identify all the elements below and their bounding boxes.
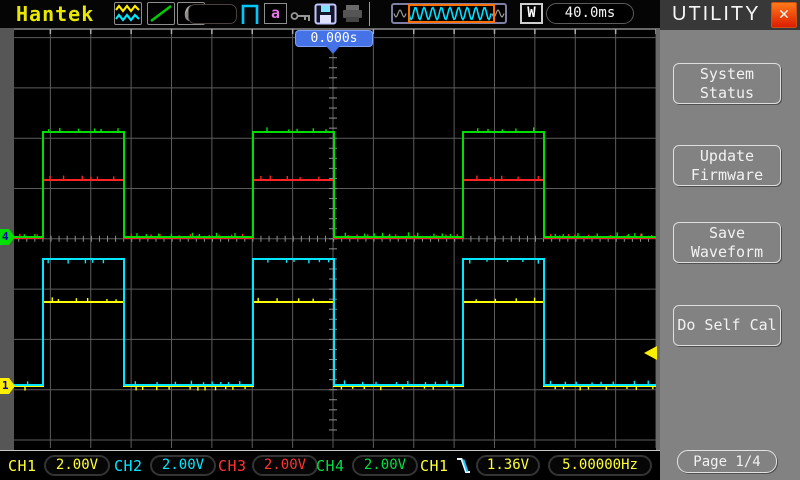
trigger-level-arrow[interactable] xyxy=(644,346,657,360)
menu-title: UTILITY xyxy=(672,3,761,25)
oscilloscope-screen: Hantek a W 40.0ms UTILITY ✕ System Statu… xyxy=(0,0,800,480)
ch3-label: CH3 xyxy=(218,457,247,475)
trigger-level-value: 1.36V xyxy=(476,455,540,476)
save-waveform-button[interactable]: Save Waveform xyxy=(673,222,781,263)
top-toolbar: Hantek a W 40.0ms xyxy=(0,0,660,28)
ch1-scale: 2.00V xyxy=(44,455,110,476)
close-button[interactable]: ✕ xyxy=(771,2,797,28)
menu-panel: System Status Update Firmware Save Wavef… xyxy=(660,30,800,480)
window-mode-icon[interactable]: W xyxy=(520,3,543,24)
printer-icon[interactable] xyxy=(341,4,364,28)
update-firmware-button[interactable]: Update Firmware xyxy=(673,145,781,186)
ch4-label: CH4 xyxy=(316,457,345,475)
right-border-strip xyxy=(656,28,660,450)
empty-slot xyxy=(188,4,237,24)
preview-window[interactable] xyxy=(408,4,495,23)
menu-header: UTILITY ✕ xyxy=(660,0,800,30)
page-button[interactable]: Page 1/4 xyxy=(677,450,777,473)
timebase-value: 40.0ms xyxy=(546,3,634,24)
channels-waveform-icon[interactable] xyxy=(114,2,142,25)
ch2-label: CH2 xyxy=(114,457,143,475)
trigger-position-flag[interactable]: 0.000s xyxy=(295,30,373,47)
trigger-frequency-value: 5.00000Hz xyxy=(548,455,652,476)
toolbar-divider xyxy=(369,2,370,26)
trigger-source-label: CH1 xyxy=(420,457,449,475)
trigger-position-pointer[interactable] xyxy=(326,46,340,54)
status-bar: CH1 2.00V CH2 2.00V CH3 2.00V CH4 2.00V … xyxy=(0,450,660,480)
pulse-icon[interactable] xyxy=(241,3,260,29)
waveform-traces xyxy=(14,127,656,391)
save-floppy-icon[interactable] xyxy=(314,3,337,29)
ch4-scale: 2.00V xyxy=(352,455,418,476)
ramp-icon[interactable] xyxy=(147,2,175,25)
key-icon[interactable] xyxy=(290,8,312,27)
trigger-edge-icon xyxy=(455,455,472,480)
do-self-cal-button[interactable]: Do Self Cal xyxy=(673,305,781,346)
scope-display: 0.000s 4 1 xyxy=(0,28,660,450)
waveform-preview[interactable] xyxy=(391,3,507,24)
brand-logo: Hantek xyxy=(16,2,95,26)
ch2-scale: 2.00V xyxy=(150,455,216,476)
cursor-a-icon[interactable]: a xyxy=(264,3,287,24)
system-status-button[interactable]: System Status xyxy=(673,63,781,104)
ch3-scale: 2.00V xyxy=(252,455,318,476)
ch1-label: CH1 xyxy=(8,457,37,475)
